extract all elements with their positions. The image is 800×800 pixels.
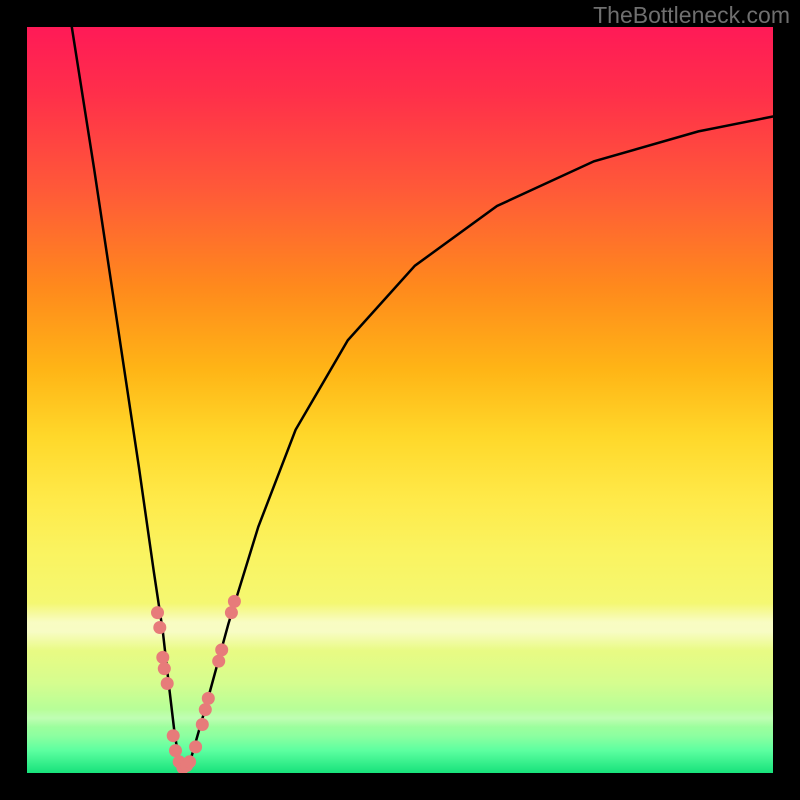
data-marker	[161, 677, 174, 690]
plot-area	[27, 27, 773, 773]
data-marker	[212, 655, 225, 668]
data-marker	[196, 718, 209, 731]
data-marker	[189, 740, 202, 753]
data-marker	[199, 703, 212, 716]
bottleneck-curve	[27, 27, 773, 773]
data-marker	[215, 643, 228, 656]
data-marker	[151, 606, 164, 619]
watermark-text: TheBottleneck.com	[593, 4, 790, 27]
data-marker	[183, 755, 196, 768]
data-marker	[156, 651, 169, 664]
data-marker	[202, 692, 215, 705]
data-marker	[158, 662, 171, 675]
curve-right-branch	[183, 117, 773, 770]
data-marker	[228, 595, 241, 608]
data-marker	[167, 729, 180, 742]
chart-frame: TheBottleneck.com	[0, 0, 800, 800]
data-marker	[153, 621, 166, 634]
data-marker	[169, 744, 182, 757]
data-marker	[225, 606, 238, 619]
